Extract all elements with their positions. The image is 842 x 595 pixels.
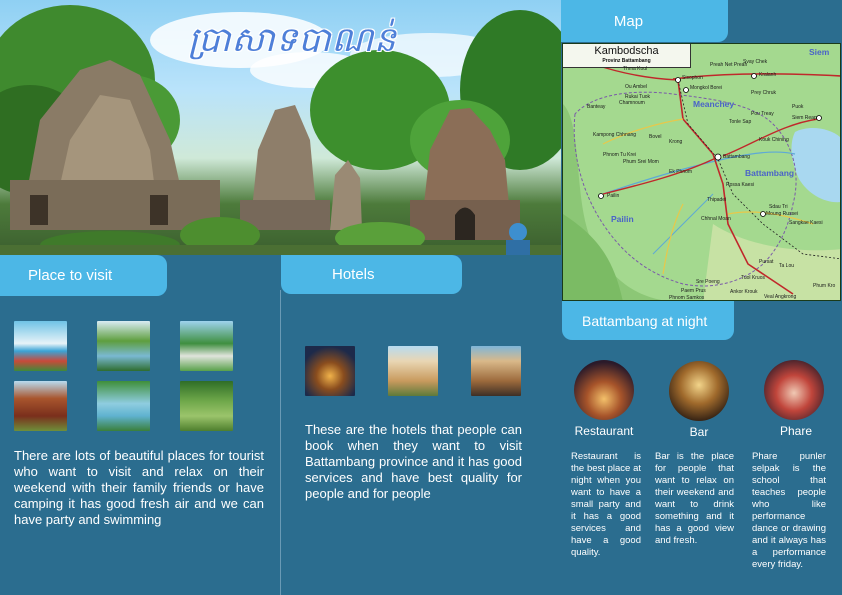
hotels-description: These are the hotels that people can boo…: [305, 422, 522, 501]
section-divider: [280, 290, 281, 595]
bar-description: Bar is the place for people that want to…: [655, 451, 734, 546]
map-town: Sisophon: [682, 75, 703, 81]
map-town: Thipadei: [707, 197, 727, 203]
phare-description: Phare punler selpak is the school that t…: [752, 451, 826, 570]
map-town: Ek Phnom: [669, 169, 693, 175]
map-town: Kampong Chhnang: [593, 132, 637, 138]
map-town: Phum Srei Mom: [623, 159, 659, 165]
hotel-photo-3[interactable]: [471, 346, 521, 396]
map-town: Krong: [669, 139, 683, 145]
map-town: Pou Treay: [751, 111, 774, 117]
map-town: Moung Russei: [766, 211, 798, 217]
map-label-title: Kambodscha: [594, 45, 659, 57]
bar-photo[interactable]: [669, 361, 729, 421]
map-region-battambang: Battambang: [745, 168, 795, 178]
bar-caption: Bar: [689, 425, 709, 439]
phare-caption: Phare: [779, 424, 813, 438]
tab-hotels[interactable]: Hotels: [281, 255, 462, 294]
map-town: Sangkae Kaesi: [789, 220, 823, 226]
map-town: Puok: [792, 104, 804, 110]
tab-hotels-label: Hotels: [332, 266, 375, 283]
place-photo-3[interactable]: [180, 321, 233, 371]
tab-battambang-at-night-label: Battambang at night: [582, 312, 708, 329]
tab-map-label: Map: [613, 12, 644, 30]
map-town: Prey Chruk: [751, 90, 777, 96]
map-town: Ou Ambel: [625, 84, 647, 90]
place-photo-4[interactable]: [14, 381, 67, 431]
map-town: Tonle Sap: [729, 119, 752, 125]
tab-battambang-at-night[interactable]: Battambang at night: [562, 301, 734, 340]
map-town: Ankor Krouk: [730, 289, 758, 295]
map-town: Sre Poeng: [696, 279, 720, 285]
map-region-pailin: Pailin: [611, 214, 634, 224]
tab-map[interactable]: Map: [561, 0, 728, 42]
map-town: Rossa Kaesi: [726, 182, 755, 188]
restaurant-description: Restaurant is the best place at night wh…: [571, 451, 641, 558]
hotel-photo-1[interactable]: [305, 346, 355, 396]
map-town: Phnom Tu Krei: [603, 152, 637, 158]
place-photo-2[interactable]: [97, 321, 150, 371]
map-town: Chamnoum: [619, 100, 645, 106]
map-town: Banteay: [587, 104, 606, 110]
place-photo-6[interactable]: [180, 381, 233, 431]
map-town: Veal Angkrong: [764, 294, 797, 300]
tab-place-to-visit-label: Place to visit: [28, 267, 113, 284]
battambang-map[interactable]: Kambodscha Provinz Battambang Meanchey B…: [562, 43, 841, 301]
map-town: Mongkol Borei: [690, 85, 722, 91]
map-region-siem: Siem: [809, 47, 830, 57]
map-label-subtitle: Provinz Battambang: [602, 58, 651, 64]
map-town: Preah Net Preah: [710, 62, 748, 68]
map-town: Kouk Chining: [759, 137, 789, 143]
map-town: Kralanh: [759, 72, 777, 78]
hotel-photo-2[interactable]: [388, 346, 438, 396]
map-town: Chhnal Moan: [701, 216, 731, 222]
map-drawing: [563, 44, 840, 300]
phare-photo[interactable]: [764, 360, 824, 420]
map-town: Pursat: [759, 259, 774, 265]
map-town: Thma Koul: [623, 66, 648, 72]
map-town: Sdau Tri: [769, 204, 788, 210]
map-town: Battambang: [723, 154, 750, 160]
tab-place-to-visit[interactable]: Place to visit: [0, 255, 167, 296]
place-photo-1[interactable]: [14, 321, 67, 371]
map-town: Bovel: [649, 134, 662, 140]
map-label-box: Kambodscha Provinz Battambang: [563, 44, 691, 68]
map-town: Paem Prus: [681, 288, 706, 294]
place-photo-5[interactable]: [97, 381, 150, 431]
place-to-visit-description: There are lots of beautiful places for t…: [14, 448, 264, 527]
map-town: Phum Kro: [813, 283, 836, 289]
restaurant-caption: Restaurant: [574, 424, 634, 438]
map-town: Ta Lou: [779, 263, 795, 269]
map-town: Siem Reap: [792, 115, 817, 121]
restaurant-photo[interactable]: [574, 360, 634, 420]
map-town: Pailin: [607, 193, 620, 199]
map-region-meanchey: Meanchey: [693, 99, 735, 109]
map-town: Tuol Kruos: [741, 275, 765, 281]
hero-title: ប្រាសាទបាណន់: [188, 20, 397, 60]
